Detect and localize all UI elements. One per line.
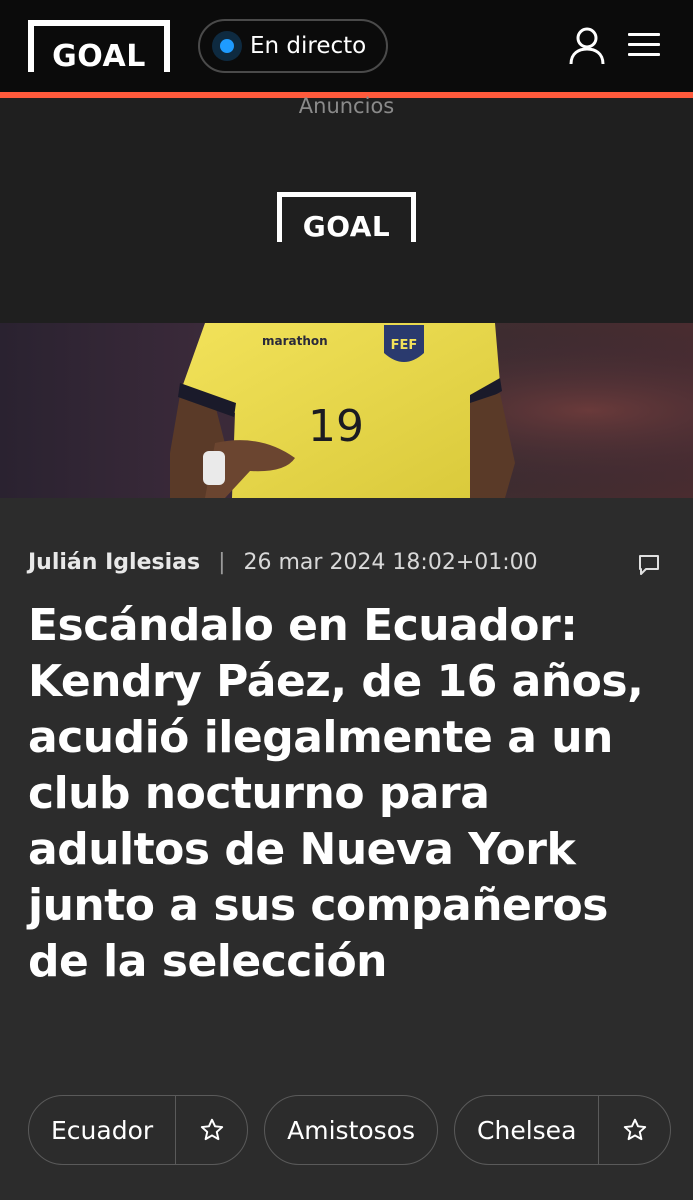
ad-logo-dot (400, 203, 407, 210)
user-account-icon[interactable] (568, 26, 606, 66)
comment-icon[interactable] (637, 553, 661, 577)
logo-text: GOAL (52, 39, 146, 74)
hero-image: FEF marathon 19 (0, 323, 693, 498)
live-label: En directo (250, 33, 367, 59)
publish-date: 26 mar 2024 18:02+01:00 (243, 550, 538, 575)
goal-logo[interactable]: GOAL (28, 20, 170, 72)
article-headline: Escándalo en Ecuador: Kendry Páez, de 16… (28, 600, 644, 987)
tag-label[interactable]: Chelsea (455, 1116, 598, 1145)
tag-label[interactable]: Amistosos (265, 1116, 437, 1145)
live-button[interactable]: En directo (198, 19, 388, 73)
hamburger-menu-icon[interactable] (628, 33, 660, 59)
ad-goal-logo[interactable]: GOAL (277, 192, 416, 242)
meta-separator: | (218, 550, 226, 575)
tag-list: Ecuador Amistosos Chelsea (28, 1095, 672, 1165)
live-indicator-icon (212, 31, 242, 61)
follow-star-icon[interactable] (175, 1096, 247, 1164)
tag-ecuador[interactable]: Ecuador (28, 1095, 249, 1165)
player-photo: FEF marathon 19 (0, 323, 693, 498)
shirt-number: 19 (308, 401, 364, 452)
article-meta: Julián Iglesias | 26 mar 2024 18:02+01:0… (28, 550, 538, 575)
author-link[interactable]: Julián Iglesias (28, 550, 200, 575)
svg-text:FEF: FEF (391, 338, 418, 353)
tag-chelsea[interactable]: Chelsea (454, 1095, 672, 1165)
ad-label: Anuncios (298, 94, 395, 118)
ad-logo-text: GOAL (302, 210, 391, 243)
sponsor-text: marathon (262, 334, 328, 348)
tag-amistosos[interactable]: Amistosos (264, 1095, 439, 1165)
tag-label[interactable]: Ecuador (29, 1116, 175, 1145)
follow-star-icon[interactable] (598, 1096, 670, 1164)
logo-dot (153, 32, 160, 39)
